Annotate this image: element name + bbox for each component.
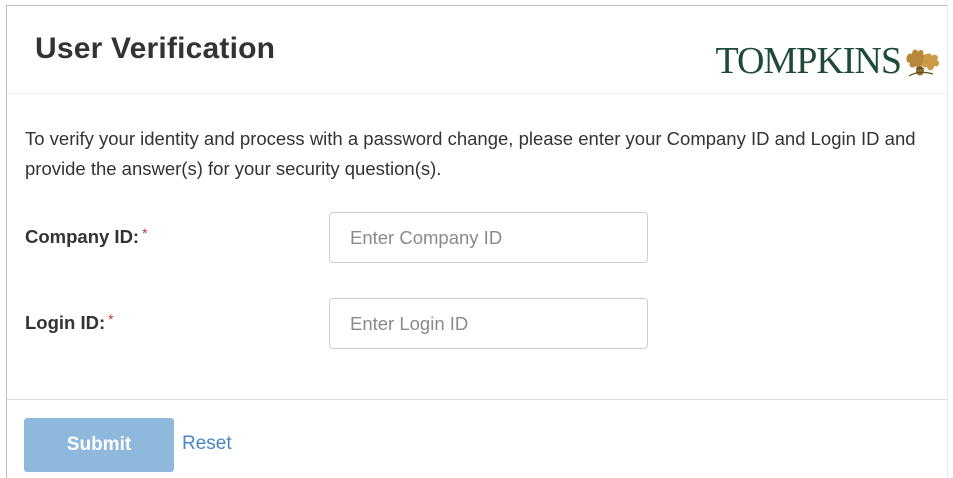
header-divider <box>7 93 947 94</box>
user-verification-panel: User Verification TOMPKINS To verify you… <box>6 5 948 478</box>
login-id-label-text: Login ID: <box>25 312 106 333</box>
submit-button[interactable]: Submit <box>24 418 174 472</box>
tompkins-logo: TOMPKINS <box>715 42 941 80</box>
instructions-text: To verify your identity and process with… <box>25 128 916 179</box>
page-title: User Verification <box>35 32 276 65</box>
reset-link[interactable]: Reset <box>182 433 232 455</box>
footer-divider <box>7 399 947 400</box>
company-id-input[interactable] <box>329 212 648 263</box>
required-indicator: * <box>142 225 148 241</box>
required-indicator: * <box>108 311 114 327</box>
company-id-label-text: Company ID: <box>25 226 140 247</box>
login-id-input[interactable] <box>329 298 648 349</box>
logo-wordmark: TOMPKINS <box>715 40 902 82</box>
company-id-label: Company ID: * <box>25 225 148 248</box>
oak-leaf-acorn-icon <box>906 49 940 77</box>
login-id-label: Login ID: * <box>25 311 114 334</box>
